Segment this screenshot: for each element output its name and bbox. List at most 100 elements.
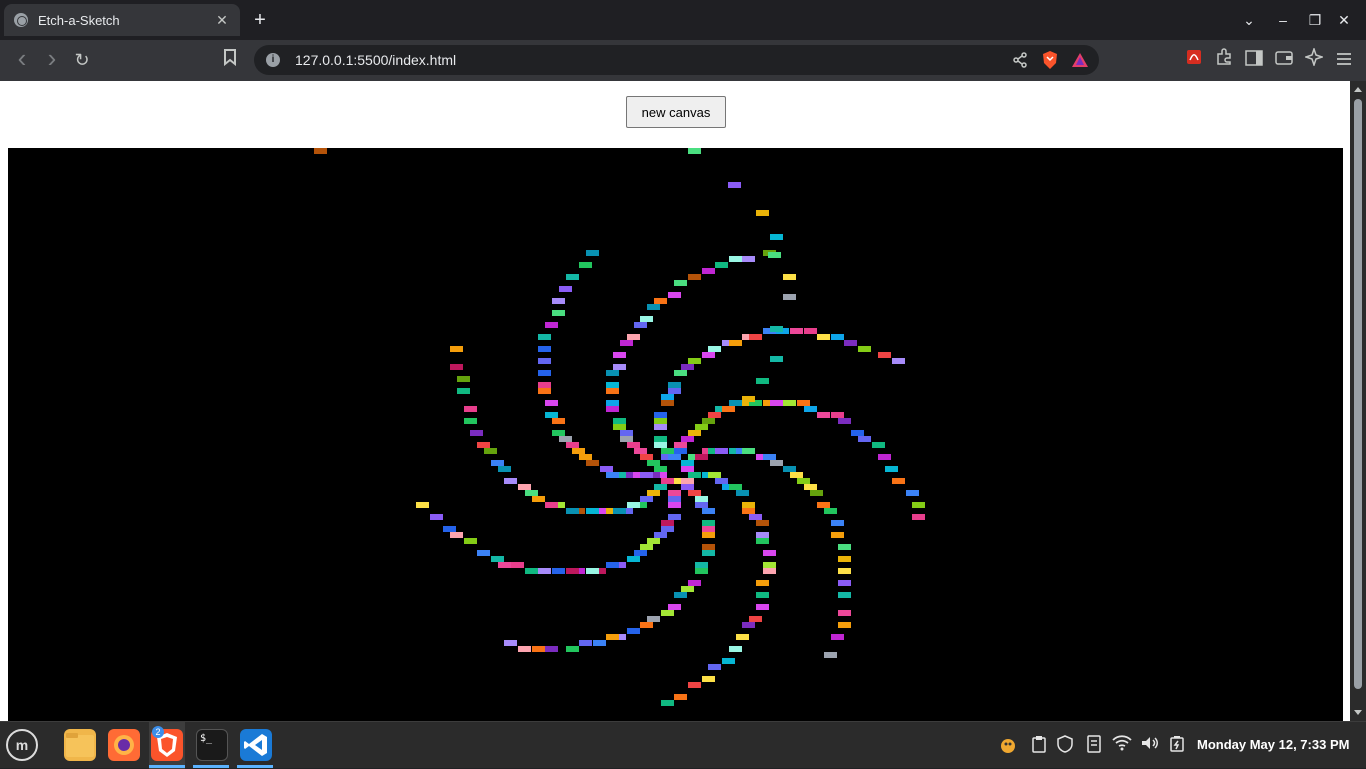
battery-icon[interactable] <box>1168 735 1188 755</box>
taskbar-clock[interactable]: Monday May 12, 7:33 PM <box>1197 737 1349 752</box>
sketch-cell <box>824 508 837 514</box>
firefox-app-icon[interactable] <box>108 729 140 761</box>
sketch-cell <box>620 430 633 436</box>
tab-title: Etch-a-Sketch <box>38 12 120 28</box>
brave-shields-icon[interactable] <box>1039 49 1061 71</box>
sketch-cell <box>756 580 769 586</box>
sketch-cell <box>538 382 552 388</box>
site-info-icon[interactable]: i <box>266 53 280 67</box>
extensions-icon[interactable] <box>1212 48 1236 72</box>
sketch-cell <box>538 334 552 340</box>
sketch-cell <box>701 532 715 538</box>
forward-button[interactable]: › <box>40 45 64 72</box>
sketch-cell <box>756 378 769 384</box>
sketch-cell <box>770 356 783 362</box>
main-menu-icon[interactable] <box>1332 48 1356 72</box>
reload-button[interactable]: ↻ <box>70 48 94 72</box>
sketch-cell <box>552 310 565 316</box>
bookmark-icon[interactable] <box>218 48 242 72</box>
tab-list-icon[interactable]: ⌄ <box>1239 8 1259 32</box>
scroll-down-arrow-icon[interactable] <box>1354 710 1362 715</box>
update-manager-icon[interactable] <box>998 735 1018 755</box>
sketch-cell <box>694 424 708 430</box>
sketch-cell <box>681 436 695 442</box>
sketch-cell <box>858 436 871 442</box>
brave-rewards-icon[interactable] <box>1069 49 1091 71</box>
sketch-cell <box>511 562 525 568</box>
share-icon[interactable] <box>1009 49 1031 71</box>
sketch-cell <box>586 250 599 256</box>
wallet-icon[interactable] <box>1272 48 1296 72</box>
sketch-cell <box>660 700 674 706</box>
minimize-icon[interactable]: – <box>1273 8 1293 32</box>
sketch-cell <box>742 622 756 628</box>
sketch-cell <box>592 640 606 646</box>
shield-icon[interactable] <box>1055 735 1075 755</box>
sketch-cell <box>538 358 552 364</box>
sketch-cell <box>667 502 681 508</box>
sketch-cell <box>756 604 769 610</box>
tab-close-icon[interactable]: ✕ <box>214 12 230 29</box>
sketch-cell <box>762 568 776 574</box>
terminal-app-icon[interactable]: $_ <box>196 729 228 761</box>
sketch-cell <box>728 340 742 346</box>
sketch-cell <box>667 454 681 460</box>
sketch-cell <box>837 568 851 574</box>
sketch-cell <box>722 658 735 664</box>
sketch-cell <box>837 622 851 628</box>
sketch-cell <box>497 466 511 472</box>
sketch-cell <box>620 436 633 442</box>
sketch-cell <box>613 424 627 430</box>
sketch-cell <box>477 550 491 556</box>
tab-etch-a-sketch[interactable]: Etch-a-Sketch ✕ <box>4 4 240 36</box>
sidebar-icon[interactable] <box>1242 48 1266 72</box>
sketch-cell <box>463 538 477 544</box>
sketch-cell <box>613 352 627 358</box>
sketch-cell <box>667 388 681 394</box>
window-close-icon[interactable]: ✕ <box>1334 8 1354 32</box>
sketch-cell <box>694 568 708 574</box>
sketch-cell <box>824 652 837 658</box>
sketch-cell <box>674 592 688 598</box>
browser-toolbar: ‹ › ↻ i 127.0.0.1:5500/index.html <box>0 40 1366 81</box>
sketch-cell <box>531 646 545 652</box>
sketch-cell <box>640 454 654 460</box>
sketch-cell <box>817 334 831 340</box>
notes-icon[interactable] <box>1084 735 1104 755</box>
sketch-cell <box>708 412 722 418</box>
pdf-extension-icon[interactable] <box>1182 48 1206 72</box>
sketch-cell <box>660 610 674 616</box>
sketch-cell <box>783 294 796 300</box>
leo-ai-icon[interactable] <box>1302 46 1326 72</box>
sketch-cell <box>606 472 620 478</box>
sketch-cell <box>463 406 477 412</box>
sketch-cell <box>613 364 627 370</box>
new-canvas-button[interactable]: new canvas <box>626 96 726 128</box>
page-scrollbar[interactable] <box>1350 81 1366 721</box>
url-text[interactable]: 127.0.0.1:5500/index.html <box>295 52 1009 68</box>
files-app-icon[interactable] <box>64 729 96 761</box>
sketch-canvas[interactable] <box>8 148 1343 721</box>
sketch-cell <box>728 256 742 262</box>
volume-icon[interactable] <box>1140 735 1160 755</box>
scroll-thumb[interactable] <box>1354 99 1362 689</box>
sketch-cell <box>783 400 797 406</box>
scroll-up-arrow-icon[interactable] <box>1354 87 1362 92</box>
new-tab-button[interactable]: + <box>250 8 270 32</box>
sketch-cell <box>735 634 749 640</box>
sketch-cell <box>647 304 661 310</box>
sketch-cell <box>463 418 477 424</box>
vscode-app-icon[interactable] <box>240 729 272 761</box>
sketch-cell <box>837 544 851 550</box>
sketch-cell <box>892 478 905 484</box>
mint-menu-icon[interactable]: m <box>6 729 38 761</box>
sketch-cell <box>660 394 674 400</box>
sketch-cell <box>490 460 504 466</box>
sketch-cell <box>769 460 783 466</box>
wifi-icon[interactable] <box>1112 735 1132 755</box>
back-button[interactable]: ‹ <box>10 45 34 72</box>
sketch-cell <box>728 400 742 406</box>
restore-icon[interactable]: ❐ <box>1305 8 1325 32</box>
clipboard-icon[interactable] <box>1029 735 1049 755</box>
address-bar[interactable]: i 127.0.0.1:5500/index.html <box>254 45 1099 75</box>
